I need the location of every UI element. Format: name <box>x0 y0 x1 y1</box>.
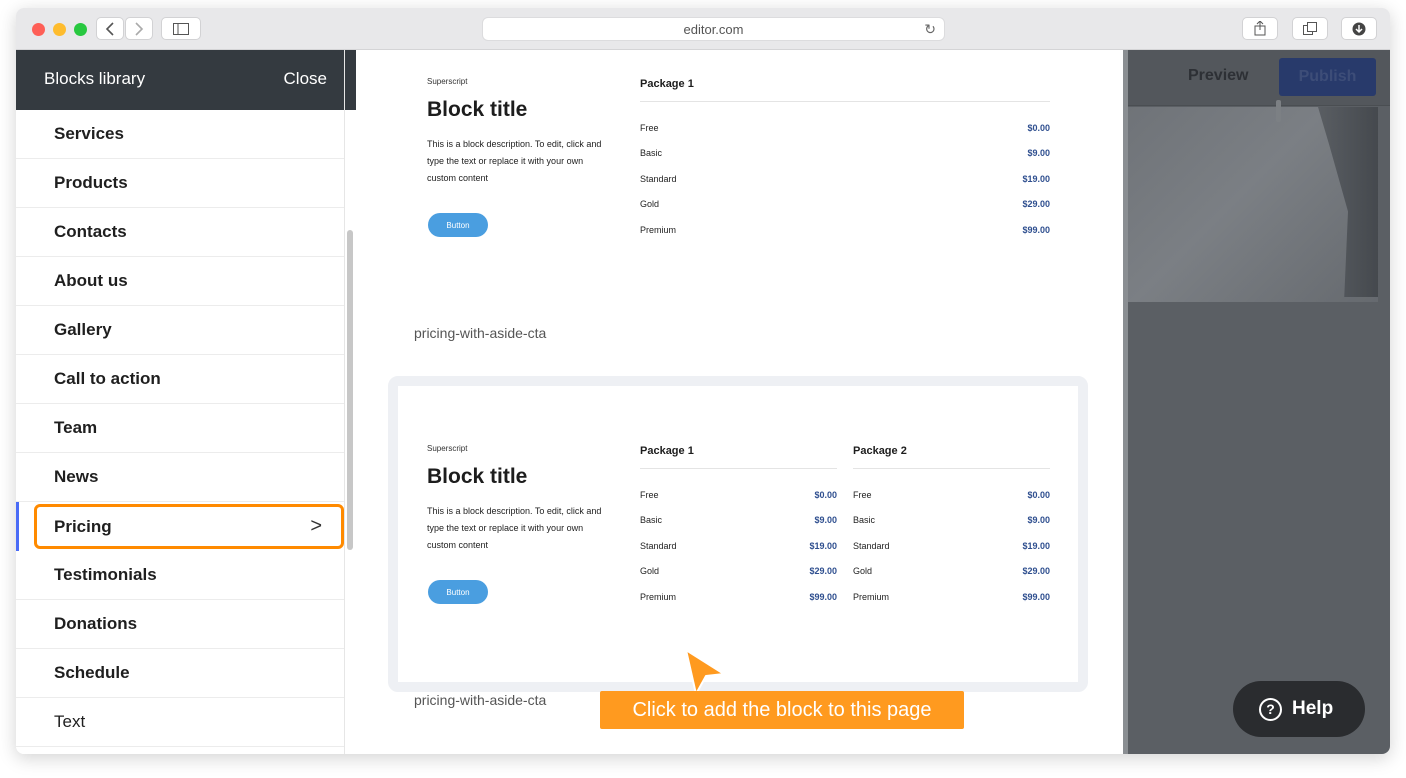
tabs-icon <box>1303 22 1317 35</box>
price-row-name: Free <box>640 123 659 133</box>
background-image <box>1128 107 1378 302</box>
price-row-name: Premium <box>640 225 677 235</box>
close-window-button[interactable] <box>32 23 45 36</box>
block-title: Block title <box>427 98 528 121</box>
block-cta-button: Button <box>428 213 488 237</box>
sidebar-item-services[interactable]: Services <box>16 110 344 159</box>
price-row-value: $19.00 <box>1022 174 1050 184</box>
tabs-button[interactable] <box>1292 17 1328 40</box>
price-row-name: Standard <box>640 174 677 184</box>
sidebar-item-contacts[interactable]: Contacts <box>16 208 344 257</box>
blocks-library-panel: Blocks library Close Services Products C… <box>16 50 356 754</box>
pricing-block-preview-1[interactable]: Superscript Block title This is a block … <box>356 50 1123 350</box>
sidebar-item-testimonials[interactable]: Testimonials <box>16 551 344 600</box>
help-button[interactable]: ? Help <box>1233 681 1365 737</box>
sidebar-item-label: Text <box>54 712 86 731</box>
url-text: editor.com <box>683 21 744 37</box>
price-row-name: Basic <box>640 148 663 158</box>
editor-scrollbar[interactable] <box>1276 100 1281 122</box>
download-icon <box>1352 22 1366 35</box>
sidebar-toggle-button[interactable] <box>161 17 201 40</box>
sidebar-item-pricing[interactable]: Pricing > <box>16 502 344 551</box>
sidebar-item-label: Services <box>54 124 124 143</box>
downloads-button[interactable] <box>1341 17 1377 40</box>
sidebar-item-label: News <box>54 467 99 486</box>
chevron-right-icon <box>135 21 144 36</box>
block-category-list: Services Products Contacts About us Gall… <box>16 110 344 747</box>
sidebar-item-label: Call to action <box>54 369 161 388</box>
sidebar-scrollbar[interactable] <box>347 230 353 550</box>
forward-button[interactable] <box>125 17 153 40</box>
sidebar-item-label: Donations <box>54 614 138 633</box>
help-label: Help <box>1292 698 1334 719</box>
share-icon <box>1254 21 1266 36</box>
pricing-block-preview-2[interactable] <box>388 376 1088 692</box>
pointer-cursor-icon <box>685 649 725 695</box>
image-shape <box>1318 107 1378 297</box>
tooltip-text: Click to add the block to this page <box>632 698 932 721</box>
sidebar-item-donations[interactable]: Donations <box>16 600 344 649</box>
editor-backdrop: Preview Publish <box>1123 50 1390 754</box>
blocks-library-header: Blocks library Close <box>16 50 356 110</box>
address-bar[interactable]: editor.com ↻ <box>482 17 945 41</box>
package-name: Package 1 <box>640 78 694 90</box>
price-row-value: $99.00 <box>1022 225 1050 235</box>
question-circle-icon: ? <box>1259 697 1282 721</box>
block-preview-area: Superscript Block title This is a block … <box>356 50 1123 754</box>
sidebar-item-label: Contacts <box>54 222 127 241</box>
close-button[interactable]: Close <box>284 69 327 89</box>
block-caption: pricing-with-aside-cta <box>414 325 547 341</box>
sidebar-item-label: Pricing <box>54 516 112 536</box>
reload-icon[interactable]: ↻ <box>924 21 936 38</box>
price-row-value: $9.00 <box>1027 148 1050 158</box>
sidebar-item-products[interactable]: Products <box>16 159 344 208</box>
sidebar-item-label: About us <box>54 271 128 290</box>
sidebar-divider <box>344 50 345 754</box>
blocks-library-title: Blocks library <box>44 69 146 88</box>
sidebar-item-label: Gallery <box>54 320 112 339</box>
sidebar-item-label: Schedule <box>54 663 130 682</box>
chevron-right-icon: > <box>310 515 322 537</box>
share-button[interactable] <box>1242 17 1278 40</box>
sidebar-item-about-us[interactable]: About us <box>16 257 344 306</box>
browser-window: editor.com ↻ Blocks library Close Servic… <box>16 8 1390 754</box>
zoom-window-button[interactable] <box>74 23 87 36</box>
sidebar-item-label: Team <box>54 418 98 437</box>
active-indicator <box>16 502 19 551</box>
sidebar-item-text[interactable]: Text <box>16 698 344 747</box>
sidebar-item-team[interactable]: Team <box>16 404 344 453</box>
sidebar-item-schedule[interactable]: Schedule <box>16 649 344 698</box>
chevron-left-icon <box>105 21 114 36</box>
block-description: This is a block description. To edit, cl… <box>427 139 602 183</box>
sidebar-icon <box>173 22 189 35</box>
block-caption: pricing-with-aside-cta <box>414 692 547 708</box>
preview-button[interactable]: Preview <box>1188 67 1248 85</box>
price-row-name: Gold <box>640 199 660 209</box>
price-row-value: $0.00 <box>1027 123 1050 133</box>
price-row-value: $29.00 <box>1022 199 1050 209</box>
sidebar-item-label: Testimonials <box>54 565 157 584</box>
back-button[interactable] <box>96 17 124 40</box>
sidebar-item-news[interactable]: News <box>16 453 344 502</box>
browser-toolbar: editor.com ↻ <box>16 8 1390 50</box>
sidebar-item-gallery[interactable]: Gallery <box>16 306 344 355</box>
minimize-window-button[interactable] <box>53 23 66 36</box>
sidebar-item-label: Products <box>54 173 128 192</box>
block-superscript: Superscript <box>427 77 468 86</box>
add-block-tooltip: Click to add the block to this page <box>600 691 964 729</box>
package-divider <box>640 101 1050 102</box>
sidebar-item-call-to-action[interactable]: Call to action <box>16 355 344 404</box>
editor-topbar: Preview Publish <box>1128 50 1390 106</box>
publish-button[interactable]: Publish <box>1279 58 1376 96</box>
